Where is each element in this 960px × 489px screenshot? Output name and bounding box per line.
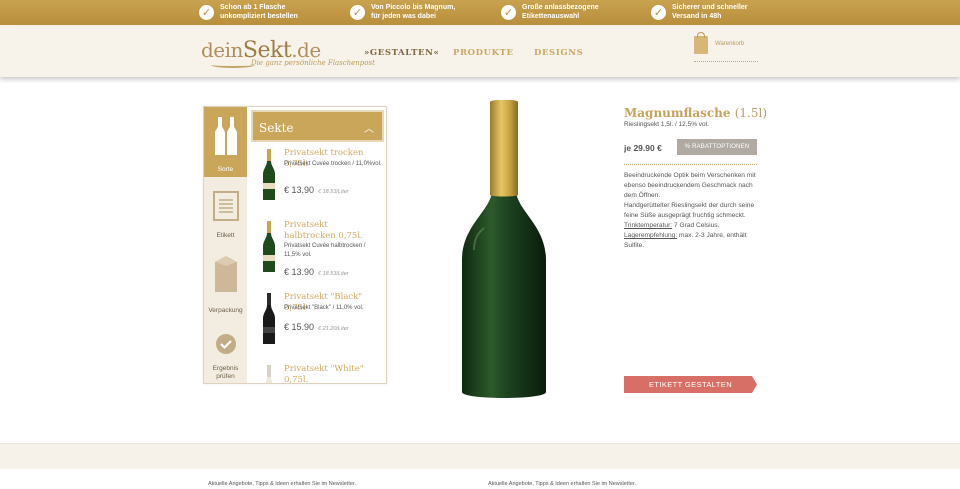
step-ergebnis[interactable]: Ergebnis prüfen (204, 329, 247, 383)
list-title: Sekte (259, 121, 294, 135)
bottles-icon (214, 117, 237, 155)
benefit-item: ✓ Sicherer und schneller Versand in 48h (651, 3, 747, 21)
product-desc: Privatsekt Cuvée halbtrocken / 11,5% vol… (284, 243, 366, 258)
benefit-line2: Etikettenauswahl (522, 13, 580, 20)
product-title-text: Magnumflasche (624, 106, 731, 120)
site-header: deinSekt.de Die ganz persönliche Flasche… (0, 25, 960, 77)
product-price: € 15.90 (284, 322, 315, 332)
logo-part1: dein (201, 38, 243, 62)
check-icon: ✓ (501, 4, 516, 20)
list-item[interactable]: Privatsekt "Black" 0,75l Privatsekt "Bla… (251, 289, 384, 361)
product-desc: Privatsekt Cuvée trocken / 11,0%vol. (284, 161, 382, 167)
newsletter-text: Aktuelle Angebote, Tipps & Ideen erhalte… (208, 481, 356, 487)
benefit-line2: für jeden was dabei (371, 13, 436, 20)
shopping-bag-icon (694, 32, 708, 54)
list-item[interactable]: Privatsekt halbtrocken 0,75l. Privatsekt… (251, 217, 384, 289)
logo-tagline: Die ganz persönliche Flaschenpost (251, 59, 375, 67)
nav-produkte[interactable]: PRODUKTE (453, 48, 514, 58)
step-sidebar: Sorte Etikett Verpackung Ergebnis prüfen (204, 107, 247, 383)
temp-value: 7 Grad Celsius. (672, 222, 720, 229)
step-verpackung[interactable]: Verpackung (204, 252, 247, 317)
configurator-panel: Sorte Etikett Verpackung Ergebnis prüfen… (203, 106, 387, 384)
desc-main: Handgerüttelter Rieslingsekt der durch s… (624, 202, 755, 219)
bottle-thumb-icon (263, 293, 275, 344)
rebate-options-button[interactable]: % RABATTOPTIONEN (677, 139, 757, 155)
product-price: je 29.90 € (624, 143, 662, 153)
product-title: Magnumflasche (1.5l) (624, 106, 767, 120)
step-sorte[interactable]: Sorte (204, 107, 247, 177)
benefit-line2: Versand in 48h (672, 13, 722, 20)
product-price-per-liter: € 18.53/Liter (318, 189, 349, 195)
check-icon: ✓ (350, 4, 365, 20)
sekte-accordion-header[interactable]: Sekte ︿ (251, 110, 384, 142)
check-circle-icon (215, 334, 236, 354)
step-label: Verpackung (208, 307, 243, 314)
footer-band (0, 443, 960, 469)
benefit-line1: Von Piccolo bis Magnum, (371, 4, 456, 11)
step-label: Ergebnis prüfen (212, 365, 239, 380)
benefit-line2: unkompliziert bestellen (220, 13, 298, 20)
benefit-line1: Schon ab 1 Flasche (220, 4, 286, 11)
benefit-item: ✓ Schon ab 1 Flasche unkompliziert bestel… (199, 3, 298, 21)
nav-gestalten[interactable]: »GESTALTEN« (364, 48, 439, 58)
temp-label: Trinktemperatur: (624, 222, 673, 229)
benefit-item: ✓ Große anlassbezogene Etikettenauswahl (501, 3, 599, 21)
benefit-line1: Große anlassbezogene (522, 4, 599, 11)
product-list: Privatsekt trocken 0,75l. Privatsekt Cuv… (251, 145, 384, 383)
product-price: € 13.90 (284, 185, 315, 195)
bottle-thumb-icon (263, 149, 275, 200)
step-label: Etikett (216, 232, 235, 239)
magnum-bottle-image (462, 100, 546, 398)
cart-button[interactable]: Warenkorb (694, 32, 758, 62)
step-etikett[interactable]: Etikett (204, 185, 247, 245)
product-price-per-liter: € 18.53/Liter (318, 271, 349, 277)
price-row: je 29.90 € % RABATTOPTIONEN (624, 137, 757, 165)
product-name: Privatsekt "White" 0,75l. (284, 364, 364, 383)
product-description: Beeindruckende Optik beim Verschenken mi… (624, 171, 759, 251)
list-item[interactable]: Privatsekt "White" 0,75l. (251, 361, 384, 383)
logo[interactable]: deinSekt.de Die ganz persönliche Flasche… (201, 38, 375, 68)
product-subtitle: Rieslingsekt 1,5l. / 12,5% vol. (624, 121, 709, 128)
chevron-up-icon: ︿ (364, 124, 374, 135)
product-size: (1.5l) (734, 106, 768, 120)
check-icon: ✓ (199, 4, 214, 20)
logo-swoosh-icon (211, 62, 255, 68)
benefit-item: ✓ Von Piccolo bis Magnum, für jeden was d… (350, 3, 455, 21)
benefit-line1: Sicherer und schneller (672, 4, 748, 11)
nav-designs[interactable]: DESIGNS (534, 48, 583, 58)
benefits-bar: ✓ Schon ab 1 Flasche unkompliziert bestel… (0, 0, 960, 25)
product-price: € 13.90 (284, 267, 315, 277)
label-icon (212, 191, 239, 221)
bottle-thumb-icon (265, 365, 273, 383)
desc-intro: Beeindruckende Optik beim Verschenken mi… (624, 172, 756, 199)
cart-label: Warenkorb (715, 41, 745, 47)
list-item[interactable]: Privatsekt trocken 0,75l. Privatsekt Cuv… (251, 145, 384, 217)
newsletter-text: Aktuelle Angebote, Tipps & Ideen erhalte… (488, 481, 636, 487)
design-label-button[interactable]: ETIKETT GESTALTEN (624, 376, 757, 393)
step-label: Sorte (217, 166, 234, 173)
box-icon (214, 256, 237, 292)
product-price-per-liter: € 21.20/Liter (318, 326, 349, 332)
check-icon: ✓ (651, 4, 666, 20)
bottle-thumb-icon (263, 221, 275, 272)
product-desc: Privatsekt "Black" / 11,0% vol. (284, 305, 364, 311)
product-name: Privatsekt halbtrocken 0,75l. (284, 220, 363, 241)
storage-label: Lagerempfehlung: (624, 232, 678, 239)
